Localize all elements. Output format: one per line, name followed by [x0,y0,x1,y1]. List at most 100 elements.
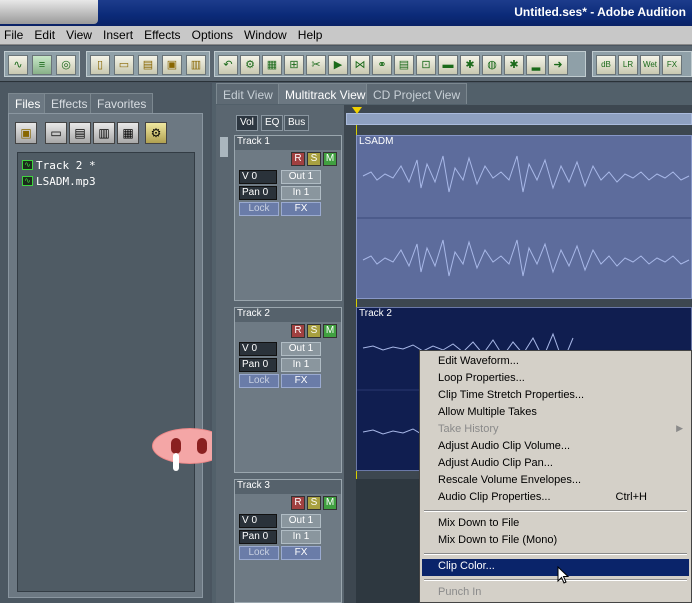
menu-window[interactable]: Window [240,26,291,42]
output-button[interactable]: Out 1 [281,342,321,356]
solo-button[interactable]: S [307,152,321,166]
mute-button[interactable]: M [323,152,337,166]
mute-button[interactable]: M [323,496,337,510]
volume-field[interactable]: V 0 [239,514,277,528]
loop-file-icon[interactable]: ▦ [117,122,139,144]
cd-view-icon[interactable]: ◎ [56,55,76,75]
record-arm-button[interactable]: R [291,152,305,166]
tab-eq[interactable]: EQ [261,115,284,131]
track-name[interactable]: Track 2 [235,308,341,322]
menu-file[interactable]: File [0,26,27,42]
zoom-icon[interactable]: ✱ [504,55,524,75]
output-button[interactable]: Out 1 [281,514,321,528]
lock-button[interactable]: Lock [239,202,279,216]
track-1-clip[interactable]: LSADM [356,135,692,299]
menu-insert[interactable]: Insert [99,26,137,42]
insert-into-multitrack-icon[interactable]: ▤ [69,122,91,144]
fx-icon[interactable]: FX [662,55,682,75]
edit-view-icon[interactable]: ∿ [8,55,28,75]
crossfade-icon[interactable]: ▤ [394,55,414,75]
menu-item-clip-time-stretch[interactable]: Clip Time Stretch Properties... [422,388,689,405]
open-session-icon[interactable]: ▤ [138,55,158,75]
vertical-scroll-thumb[interactable] [220,137,228,157]
tab-edit-view[interactable]: Edit View [216,83,280,104]
wet-icon[interactable]: Wet [640,55,660,75]
menu-item-allow-multiple-takes[interactable]: Allow Multiple Takes [422,405,689,422]
volume-field[interactable]: V 0 [239,170,277,184]
lock-icon[interactable]: ⊡ [416,55,436,75]
group-icon[interactable]: ▦ [262,55,282,75]
undo-icon[interactable]: ↶ [218,55,238,75]
db-icon[interactable]: dB [596,55,616,75]
mute-button[interactable]: M [323,324,337,338]
menu-view[interactable]: View [62,26,96,42]
menu-effects[interactable]: Effects [140,26,184,42]
file-item[interactable]: ∿ LSADM.mp3 [22,175,96,188]
transport-icon[interactable]: ➜ [548,55,568,75]
record-arm-button[interactable]: R [291,496,305,510]
play-file-icon[interactable]: ▥ [93,122,115,144]
lock-button[interactable]: Lock [239,374,279,388]
link-icon[interactable]: ⚭ [372,55,392,75]
file-item[interactable]: ∿ Track 2 * [22,159,96,172]
tab-vol[interactable]: Vol [236,115,258,131]
play-loop-icon[interactable]: ▶ [328,55,348,75]
menu-item-take-history[interactable]: Take History ▶ [422,422,689,439]
menu-item-punch-in[interactable]: Punch In [422,585,689,602]
menu-help[interactable]: Help [294,26,327,42]
lr-icon[interactable]: LR [618,55,638,75]
auto-play-icon[interactable]: ⚙ [145,122,167,144]
solo-button[interactable]: S [307,496,321,510]
timeline-ruler[interactable] [346,113,692,125]
pan-field[interactable]: Pan 0 [239,530,277,544]
fx-button[interactable]: FX [281,202,321,216]
save-icon[interactable]: ▣ [162,55,182,75]
fx-button[interactable]: FX [281,546,321,560]
tab-effects[interactable]: Effects [44,93,95,113]
new-file-icon[interactable]: ▯ [90,55,110,75]
menu-item-rescale-volume-envelopes[interactable]: Rescale Volume Envelopes... [422,473,689,490]
menu-options[interactable]: Options [188,26,237,42]
menu-item-mix-down-to-file[interactable]: Mix Down to File [422,516,689,533]
align-icon[interactable]: ▬ [438,55,458,75]
close-file-icon[interactable]: ▭ [45,122,67,144]
crop-icon[interactable]: ⊞ [284,55,304,75]
tab-multitrack-view[interactable]: Multitrack View [278,83,373,104]
menu-item-adjust-clip-pan[interactable]: Adjust Audio Clip Pan... [422,456,689,473]
menu-edit[interactable]: Edit [30,26,59,42]
menu-item-loop-properties[interactable]: Loop Properties... [422,371,689,388]
import-file-icon[interactable]: ▣ [15,122,37,144]
meter-icon[interactable]: ▂ [526,55,546,75]
mixer-icon[interactable]: ⚙ [240,55,260,75]
envelope-icon[interactable]: ◍ [482,55,502,75]
menu-item-mix-down-to-file-mono[interactable]: Mix Down to File (Mono) [422,533,689,550]
input-button[interactable]: In 1 [281,186,321,200]
track-name[interactable]: Track 1 [235,136,341,150]
track-name[interactable]: Track 3 [235,480,341,494]
multitrack-view-icon[interactable]: ≡ [32,55,52,75]
tab-favorites[interactable]: Favorites [90,93,154,113]
save-session-icon[interactable]: ▥ [186,55,206,75]
app-icon-tab[interactable] [0,0,98,24]
open-folder-icon[interactable]: ▭ [114,55,134,75]
tab-files[interactable]: Files [8,93,48,113]
input-button[interactable]: In 1 [281,530,321,544]
pan-field[interactable]: Pan 0 [239,186,277,200]
volume-field[interactable]: V 0 [239,342,277,356]
snap-icon[interactable]: ✱ [460,55,480,75]
menu-item-adjust-clip-volume[interactable]: Adjust Audio Clip Volume... [422,439,689,456]
playhead-marker-icon[interactable] [352,107,362,114]
fx-button[interactable]: FX [281,374,321,388]
tab-cd-project-view[interactable]: CD Project View [366,83,468,104]
split-icon[interactable]: ✂ [306,55,326,75]
menu-item-audio-clip-properties[interactable]: Audio Clip Properties... Ctrl+H [422,490,689,507]
pan-field[interactable]: Pan 0 [239,358,277,372]
lock-button[interactable]: Lock [239,546,279,560]
output-button[interactable]: Out 1 [281,170,321,184]
merge-icon[interactable]: ⋈ [350,55,370,75]
solo-button[interactable]: S [307,324,321,338]
input-button[interactable]: In 1 [281,358,321,372]
menu-item-clip-color[interactable]: Clip Color... [422,559,689,576]
menu-item-edit-waveform[interactable]: Edit Waveform... [422,354,689,371]
record-arm-button[interactable]: R [291,324,305,338]
